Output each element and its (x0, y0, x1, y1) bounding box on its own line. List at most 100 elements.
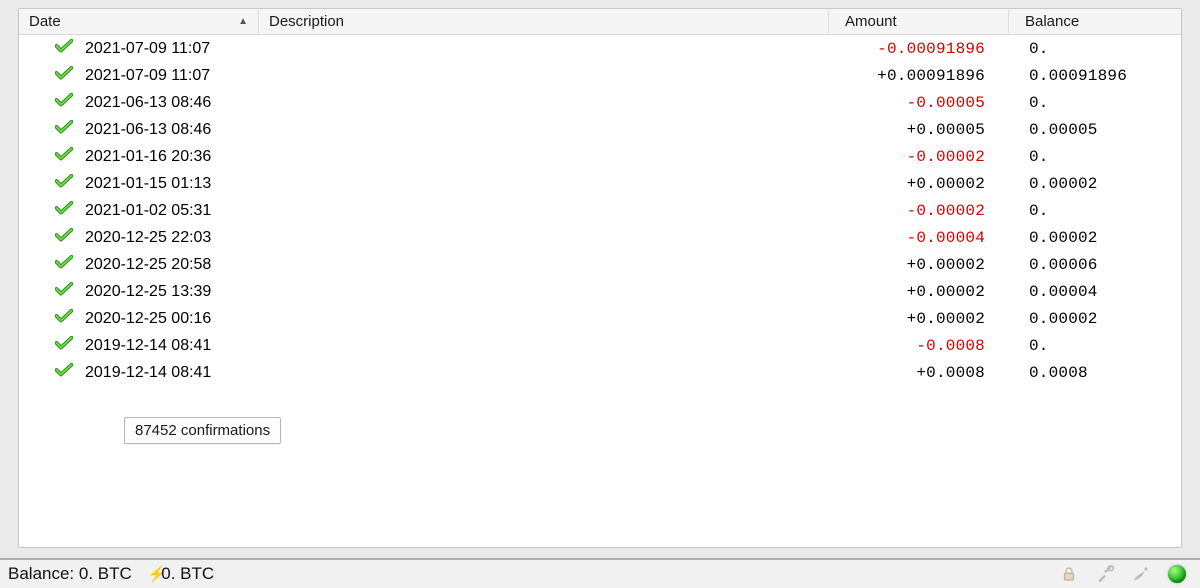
cell-date-text: 2019-12-14 08:41 (85, 337, 211, 355)
table-row[interactable]: 2021-07-09 11:07 +0.000918960.00091896 (19, 62, 1181, 89)
column-header-amount[interactable]: Amount (829, 10, 1009, 33)
confirmed-check-icon (55, 201, 73, 220)
status-right-group (1058, 563, 1192, 585)
table-header: Date ▲ Description Amount Balance (19, 9, 1181, 35)
status-lightning: ⚡ 0. BTC (148, 564, 214, 584)
confirmed-check-icon (55, 147, 73, 166)
column-header-description[interactable]: Description (259, 10, 829, 33)
status-lightning-value: 0. BTC (161, 564, 214, 583)
column-header-description-label: Description (269, 13, 344, 30)
transaction-panel: Date ▲ Description Amount Balance 2021-0… (18, 8, 1182, 548)
confirmed-check-icon (55, 39, 73, 58)
cell-date-text: 2021-06-13 08:46 (85, 121, 211, 139)
cell-amount: -0.00002 (829, 202, 1009, 220)
table-row[interactable]: 2021-01-02 05:31 -0.000020. (19, 197, 1181, 224)
cell-date-text: 2020-12-25 20:58 (85, 256, 211, 274)
cell-date: 2021-01-16 20:36 (19, 147, 259, 166)
cell-amount: +0.00002 (829, 256, 1009, 274)
status-balance: Balance: 0. BTC (8, 564, 132, 584)
table-row[interactable]: 2020-12-25 22:03 -0.000040.00002 (19, 224, 1181, 251)
confirmed-check-icon (55, 282, 73, 301)
cell-date: 2020-12-25 20:58 (19, 255, 259, 274)
tools-icon[interactable] (1094, 563, 1116, 585)
table-row[interactable]: 2021-06-13 08:46 +0.000050.00005 (19, 116, 1181, 143)
cell-amount: -0.00004 (829, 229, 1009, 247)
table-row[interactable]: 2021-06-13 08:46-0.000050. (19, 89, 1181, 116)
seed-icon[interactable] (1130, 563, 1152, 585)
cell-date: 2020-12-25 00:16 (19, 309, 259, 328)
status-balance-label: Balance: (8, 564, 74, 583)
cell-date-text: 2021-07-09 11:07 (85, 67, 210, 85)
table-row[interactable]: 2019-12-14 08:41 +0.00080.0008 (19, 359, 1181, 386)
confirmed-check-icon (55, 174, 73, 193)
cell-date: 2021-07-09 11:07 (19, 39, 259, 58)
cell-balance: 0.00091896 (1009, 67, 1181, 85)
lock-icon[interactable] (1058, 563, 1080, 585)
cell-balance: 0.00002 (1009, 175, 1181, 193)
cell-amount: +0.00002 (829, 283, 1009, 301)
cell-date-text: 2021-01-15 01:13 (85, 175, 211, 193)
sort-indicator-icon: ▲ (238, 15, 248, 26)
cell-date: 2021-01-02 05:31 (19, 201, 259, 220)
confirmed-check-icon (55, 255, 73, 274)
cell-balance: 0. (1009, 148, 1181, 166)
cell-date-text: 2020-12-25 13:39 (85, 283, 211, 301)
column-header-date[interactable]: Date ▲ (19, 10, 259, 33)
status-bar: Balance: 0. BTC ⚡ 0. BTC (0, 558, 1200, 588)
confirmed-check-icon (55, 363, 73, 382)
wallet-history-window: Date ▲ Description Amount Balance 2021-0… (0, 0, 1200, 588)
table-row[interactable]: 2021-01-15 01:13 +0.000020.00002 (19, 170, 1181, 197)
status-left-group: Balance: 0. BTC ⚡ 0. BTC (8, 564, 214, 584)
confirmed-check-icon (55, 93, 73, 112)
cell-balance: 0. (1009, 94, 1181, 112)
cell-amount: +0.00091896 (829, 67, 1009, 85)
cell-balance: 0.00006 (1009, 256, 1181, 274)
column-header-date-label: Date (29, 13, 61, 30)
cell-date-text: 2020-12-25 22:03 (85, 229, 211, 247)
cell-date: 2020-12-25 22:03 (19, 228, 259, 247)
column-header-balance[interactable]: Balance (1009, 10, 1181, 33)
table-row[interactable]: 2020-12-25 13:39 +0.000020.00004 (19, 278, 1181, 305)
table-row[interactable]: 2021-01-16 20:36 -0.000020. (19, 143, 1181, 170)
table-row[interactable]: 2019-12-14 08:41 -0.00080. (19, 332, 1181, 359)
confirmed-check-icon (55, 66, 73, 85)
cell-amount: -0.00002 (829, 148, 1009, 166)
cell-amount: -0.00091896 (829, 40, 1009, 58)
cell-date: 2021-06-13 08:46 (19, 93, 259, 112)
confirmed-check-icon (55, 228, 73, 247)
cell-date-text: 2021-07-09 11:07 (85, 40, 210, 58)
cell-amount: -0.0008 (829, 337, 1009, 355)
cell-balance: 0. (1009, 202, 1181, 220)
cell-date-text: 2021-01-16 20:36 (85, 148, 211, 166)
cell-date: 2019-12-14 08:41 (19, 336, 259, 355)
cell-date-text: 2019-12-14 08:41 (85, 364, 211, 382)
confirmed-check-icon (55, 336, 73, 355)
cell-amount: +0.00002 (829, 175, 1009, 193)
cell-date: 2021-06-13 08:46 (19, 120, 259, 139)
cell-balance: 0.00002 (1009, 310, 1181, 328)
cell-date: 2019-12-14 08:41 (19, 363, 259, 382)
cell-balance: 0. (1009, 337, 1181, 355)
confirmations-tooltip-text: 87452 confirmations (135, 422, 270, 439)
confirmed-check-icon (55, 120, 73, 139)
status-balance-value: 0. BTC (79, 564, 132, 583)
cell-balance: 0.00004 (1009, 283, 1181, 301)
table-row[interactable]: 2020-12-25 20:58 +0.000020.00006 (19, 251, 1181, 278)
cell-date-text: 2021-01-02 05:31 (85, 202, 211, 220)
transaction-list: 2021-07-09 11:07 -0.00091896 0. 2021-07-09… (19, 35, 1181, 386)
cell-amount: +0.0008 (829, 364, 1009, 382)
confirmed-check-icon (55, 309, 73, 328)
cell-amount: +0.00005 (829, 121, 1009, 139)
cell-date-text: 2020-12-25 00:16 (85, 310, 211, 328)
cell-balance: 0.00005 (1009, 121, 1181, 139)
table-row[interactable]: 2021-07-09 11:07-0.000918960. (19, 35, 1181, 62)
cell-date: 2021-01-15 01:13 (19, 174, 259, 193)
cell-date-text: 2021-06-13 08:46 (85, 94, 211, 112)
cell-balance: 0.00002 (1009, 229, 1181, 247)
cell-balance: 0.0008 (1009, 364, 1181, 382)
cell-amount: +0.00002 (829, 310, 1009, 328)
column-header-balance-label: Balance (1025, 13, 1079, 30)
table-row[interactable]: 2020-12-25 00:16 +0.000020.00002 (19, 305, 1181, 332)
cell-date: 2021-07-09 11:07 (19, 66, 259, 85)
network-led-icon[interactable] (1166, 563, 1188, 585)
